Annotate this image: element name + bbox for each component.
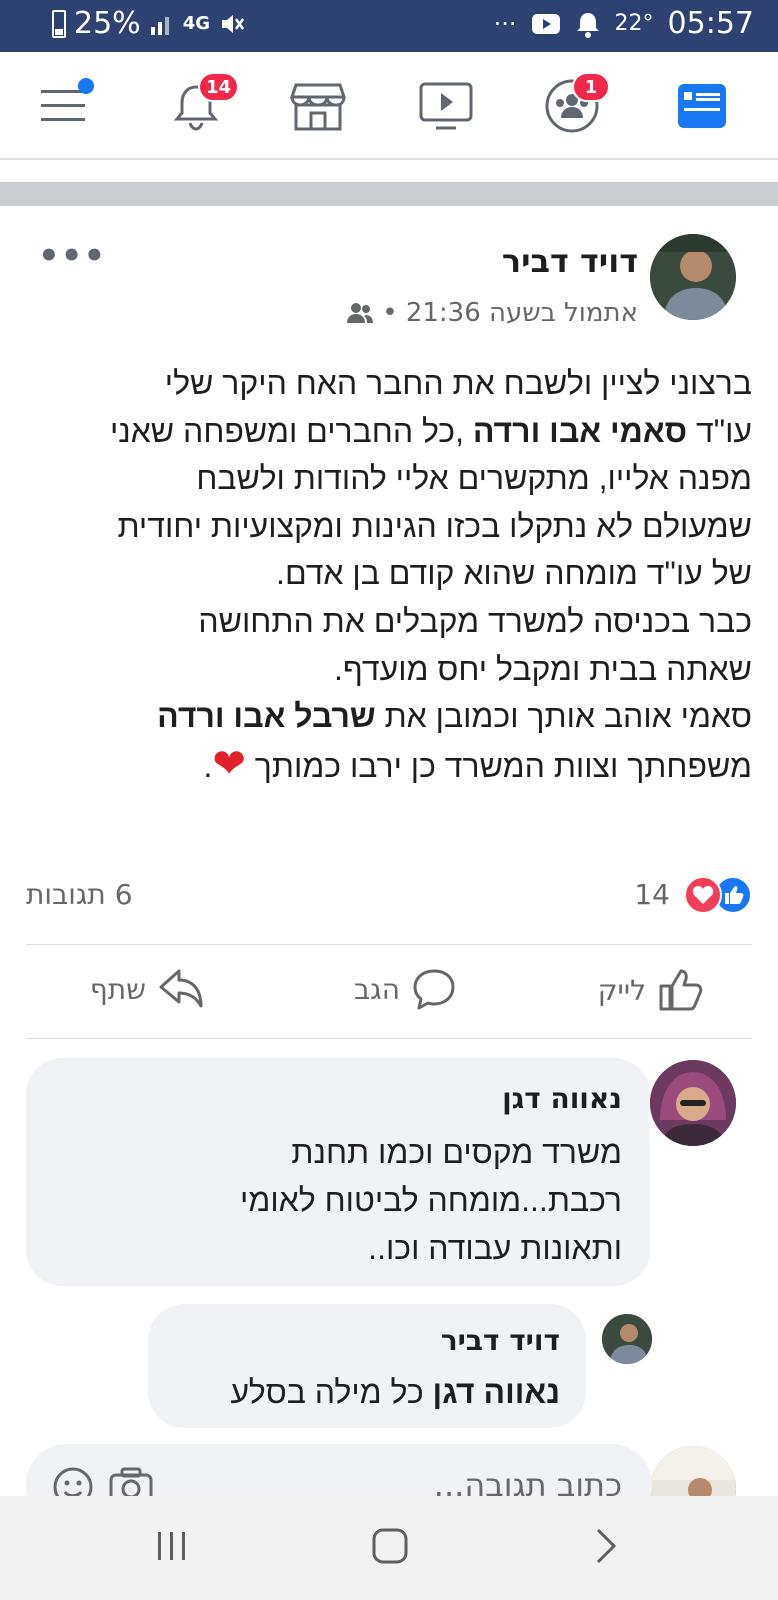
news-feed-icon — [678, 84, 726, 128]
reply-avatar-image — [602, 1314, 652, 1364]
video-play-icon — [419, 82, 473, 130]
clock: 05:57 — [667, 6, 754, 41]
alarm-bell-icon — [576, 12, 599, 38]
reply-mention[interactable]: נאווה דגן — [433, 1374, 560, 1410]
groups-tab[interactable]: 1 — [540, 72, 610, 138]
post-line-part: עו"ד — [687, 412, 752, 449]
post-more-options-icon[interactable]: ••• — [38, 236, 106, 276]
feed-divider — [0, 182, 778, 206]
comment-bubble: נאווה דגן משרד מקסים וכמו תחנת רכבת...מו… — [26, 1058, 650, 1286]
post-line: של עו"ד מומחה שהוא קודם בן אדם. — [276, 555, 752, 592]
groups-badge: 1 — [572, 72, 610, 102]
more-dots-icon: ··· — [493, 9, 517, 38]
post-line: משפחתך וצוות המשרד כן ירבו כמותך ❤. — [26, 741, 753, 791]
mention-sami[interactable]: סאמי אבו ורדה — [473, 413, 687, 449]
mute-icon — [222, 14, 245, 33]
post-line-part: ,כל החברים ומשפחה שאני — [109, 412, 473, 449]
separator — [26, 1038, 752, 1039]
commenter-avatar[interactable] — [650, 1060, 736, 1146]
top-nav: 14 1 — [0, 52, 778, 160]
status-right: ··· 22° 05:57 — [494, 6, 754, 41]
post-line-part: משפחתך וצוות המשרד כן ירבו כמותך — [245, 747, 752, 784]
post-line: שאתה בבית ומקבל יחס מועדף. — [333, 650, 752, 687]
share-arrow-icon — [159, 969, 203, 1008]
author-avatar-image — [650, 234, 736, 320]
post-actions: לייק הגב שתף — [26, 948, 752, 1038]
comment-author[interactable]: נאווה דגן — [502, 1082, 622, 1115]
notifications-badge: 14 — [198, 72, 240, 102]
red-heart-emoji: ❤ — [212, 741, 246, 786]
share-label: שתף — [89, 972, 146, 1006]
comment-bubble-icon — [413, 969, 455, 1010]
post-line: ברצוני לציין ולשבח את החבר האח היקר שלי — [164, 365, 752, 401]
reply-text: נאווה דגן כל מילה בסלע — [230, 1368, 560, 1416]
android-navigation-bar — [0, 1496, 778, 1600]
notifications-tab[interactable]: 14 — [164, 72, 240, 138]
youtube-icon — [531, 13, 560, 34]
reply-avatar[interactable] — [602, 1314, 652, 1364]
post-line: כבר בכניסה למשרד מקבלים את התחושה — [198, 602, 752, 639]
reactions-count[interactable]: 14 — [634, 878, 670, 911]
post-timestamp[interactable]: אתמול בשעה 21:36 • — [382, 298, 638, 328]
status-left: 25% 4G — [52, 6, 246, 41]
reply-author[interactable]: דויד דביר — [441, 1324, 560, 1357]
author-avatar[interactable] — [650, 234, 736, 320]
comment-line: רכבת...מומחה לביטוח לאומי — [240, 1182, 622, 1218]
post-line-part: סאמי אוהב אותך וכמובן את — [375, 698, 752, 735]
marketplace-tab[interactable] — [286, 74, 350, 138]
recent-apps-icon[interactable] — [154, 1526, 190, 1566]
post-line: שמעולם לא נתקלו בכזו הגינות ומקצועיות יח… — [117, 507, 752, 544]
home-icon[interactable] — [370, 1526, 410, 1566]
signal-icon — [150, 16, 169, 35]
news-feed-tab[interactable] — [670, 74, 734, 138]
friends-icon — [347, 303, 374, 323]
menu-new-dot — [78, 78, 94, 94]
comment-label: הגב — [353, 972, 400, 1006]
like-button[interactable]: לייק — [598, 968, 704, 1012]
mention-sharbel[interactable]: שרבל אבו ורדה — [157, 698, 376, 734]
post-line: סאמי אוהב אותך וכמובן את שרבל אבו ורדה — [26, 693, 752, 741]
shop-icon — [290, 83, 346, 131]
reactions-summary: 14 6 תגובות — [26, 872, 752, 920]
share-button[interactable]: שתף — [90, 968, 204, 1010]
post-line: מפנה אלייו, מתקשרים אליי להודות ולשבח — [196, 460, 752, 497]
post-line: עו"ד סאמי אבו ורדה ,כל החברים ומשפחה שאנ… — [26, 408, 752, 456]
status-bar: 25% 4G ··· 22° 05:57 — [0, 0, 778, 52]
love-reaction-icon — [684, 876, 722, 914]
reply-bubble: דויד דביר נאווה דגן כל מילה בסלע — [148, 1304, 586, 1428]
comment-button[interactable]: הגב — [354, 968, 456, 1010]
network-type: 4G — [182, 12, 210, 34]
separator — [26, 944, 752, 945]
thumbs-up-icon — [659, 969, 703, 1011]
post-author-name[interactable]: דויד דביר — [502, 242, 638, 280]
comment-line: משרד מקסים וכמו תחנת — [291, 1134, 622, 1170]
comment-text: משרד מקסים וכמו תחנת רכבת...מומחה לביטוח… — [42, 1128, 622, 1272]
post-text: ברצוני לציין ולשבח את החבר האח היקר שלי … — [26, 360, 752, 790]
comment-line: ותאונות עבודה וכו.. — [368, 1230, 622, 1266]
menu-tab[interactable] — [32, 74, 96, 138]
back-icon[interactable] — [592, 1526, 620, 1566]
temperature: 22° — [614, 11, 654, 36]
post-header: דויד דביר אתמול בשעה 21:36 • ••• — [0, 206, 778, 336]
reaction-icons[interactable] — [684, 876, 752, 914]
battery-icon — [52, 9, 66, 38]
battery-level: 25% — [74, 6, 141, 41]
reply-text-body: כל מילה בסלע — [230, 1374, 433, 1410]
comments-count[interactable]: 6 תגובות — [26, 878, 133, 911]
watch-tab[interactable] — [414, 74, 478, 138]
like-label: לייק — [597, 973, 646, 1007]
commenter-avatar-image — [650, 1060, 736, 1146]
post-meta: אתמול בשעה 21:36 • — [346, 298, 638, 328]
